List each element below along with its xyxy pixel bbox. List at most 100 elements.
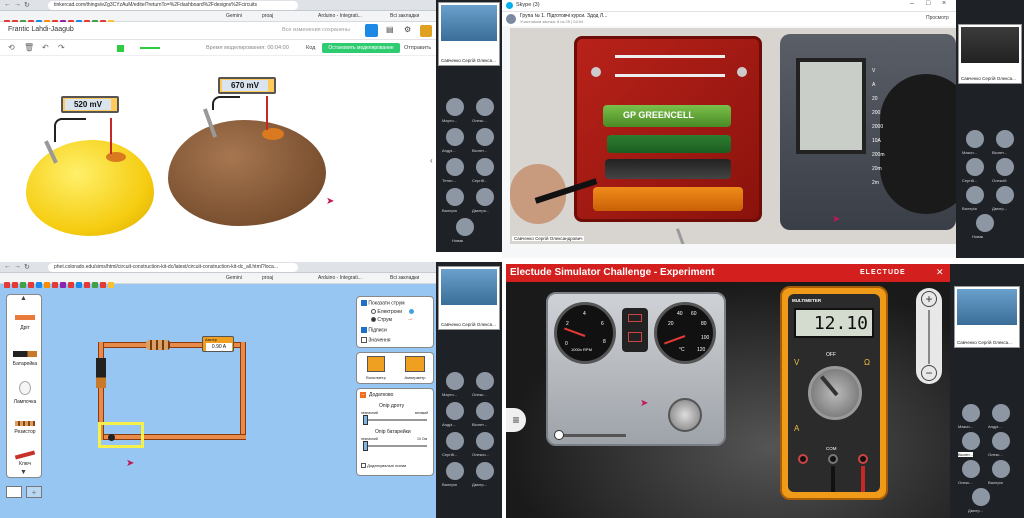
wire-style-picker[interactable] xyxy=(140,47,160,49)
bookmark-item[interactable]: Всі закладки xyxy=(390,13,419,21)
electrons-radio[interactable]: Електрони xyxy=(371,309,402,315)
participant-avatar[interactable] xyxy=(996,130,1014,148)
selected-switch-highlight[interactable] xyxy=(98,422,144,448)
show-current-checkbox[interactable]: Показати струм xyxy=(361,300,405,306)
participant-avatar[interactable] xyxy=(992,432,1010,450)
participant-avatar[interactable] xyxy=(476,432,494,450)
participant-avatar[interactable] xyxy=(446,462,464,480)
zoom-in-icon[interactable]: + xyxy=(921,291,937,307)
values-checkbox[interactable]: Значення xyxy=(361,337,390,343)
scroll-down-icon[interactable]: ▼ xyxy=(20,469,27,476)
participant-avatar[interactable] xyxy=(446,188,464,206)
participant-avatar[interactable] xyxy=(992,460,1010,478)
participant-avatar[interactable] xyxy=(962,460,980,478)
labels-checkbox[interactable]: Підписи xyxy=(361,327,387,333)
close-icon[interactable]: ✕ xyxy=(936,267,944,278)
back-icon[interactable]: ← xyxy=(4,263,11,270)
bookmark-item[interactable]: Gemini xyxy=(226,275,242,283)
battery-resistance-slider[interactable] xyxy=(363,441,427,451)
ammeter-tool[interactable]: Амперметр xyxy=(399,356,431,382)
participant-avatar[interactable] xyxy=(976,214,994,232)
wire-black[interactable] xyxy=(54,118,86,142)
rotate-icon[interactable]: ⟲ xyxy=(8,43,15,52)
participant-avatar[interactable] xyxy=(476,98,494,116)
participant-avatar[interactable] xyxy=(476,372,494,390)
multimeter-lemon[interactable]: 520 mV xyxy=(61,96,119,113)
forward-icon[interactable]: → xyxy=(14,263,21,270)
voltmeter-tool[interactable]: Вольтметр xyxy=(361,356,391,382)
maximize-button[interactable]: □ xyxy=(926,0,930,7)
participant-avatar[interactable] xyxy=(992,404,1010,422)
circuit-wire-right[interactable] xyxy=(240,342,246,440)
palette-item-wire[interactable]: Дріт xyxy=(9,309,41,341)
code-button[interactable]: Код xyxy=(306,45,315,51)
multimeter-selector-dial[interactable] xyxy=(808,366,862,420)
palette-item-resistor[interactable]: Резистор xyxy=(9,415,41,445)
participant-avatar[interactable] xyxy=(962,432,980,450)
palette-item-bulb[interactable]: Лампочка xyxy=(9,379,41,413)
circuit-ammeter[interactable]: Ампер 0.90 A xyxy=(202,336,234,352)
project-title[interactable]: Frantic Lahdi-Jaagub xyxy=(8,26,74,33)
palette-item-battery[interactable]: Батарейка xyxy=(9,345,41,377)
current-radio[interactable]: Струм xyxy=(371,317,392,323)
participant-avatar[interactable] xyxy=(996,158,1014,176)
throttle-slider[interactable] xyxy=(554,430,626,440)
lemon[interactable] xyxy=(26,140,154,236)
wire-red[interactable] xyxy=(94,118,112,154)
stop-simulation-button[interactable]: Остановить моделирование xyxy=(322,43,400,53)
jack-10a[interactable] xyxy=(798,454,808,464)
participant-avatar[interactable] xyxy=(476,158,494,176)
address-bar[interactable]: phet.colorado.edu/sims/html/circuit-cons… xyxy=(48,263,298,272)
collapse-icon[interactable]: − xyxy=(360,392,366,398)
participant-avatar[interactable] xyxy=(476,402,494,420)
avatar[interactable] xyxy=(420,25,432,37)
redo-icon[interactable]: ↷ xyxy=(58,43,65,52)
bookmark-item[interactable]: proaj xyxy=(262,275,273,283)
circuit-resistor[interactable] xyxy=(146,340,170,350)
bookmark-item[interactable]: Arduino - Integrаti... xyxy=(318,275,362,283)
back-icon[interactable]: ← xyxy=(4,1,11,8)
jack-v[interactable] xyxy=(858,454,868,464)
collapse-panel-icon[interactable]: ‹ xyxy=(430,156,433,165)
reload-icon[interactable]: ↻ xyxy=(24,263,30,271)
wire-black[interactable] xyxy=(212,96,240,110)
slider-thumb[interactable] xyxy=(363,415,368,425)
bookmark-item[interactable]: Всі закладки xyxy=(390,275,419,283)
address-bar[interactable]: tinkercad.com/things/eZg3CYzAuM/editel?r… xyxy=(48,1,298,10)
close-button[interactable]: × xyxy=(942,0,946,7)
scroll-up-icon[interactable]: ▲ xyxy=(20,295,27,302)
participant-avatar[interactable] xyxy=(476,188,494,206)
zoom-slider[interactable] xyxy=(928,310,930,364)
participant-avatar[interactable] xyxy=(972,488,990,506)
presenter-tile[interactable]: Савченко Сергій Олекса... xyxy=(958,24,1022,84)
participant-avatar[interactable] xyxy=(446,432,464,450)
wire-resistance-slider[interactable] xyxy=(363,415,427,425)
slider-thumb[interactable] xyxy=(363,441,368,451)
participant-avatar[interactable] xyxy=(446,372,464,390)
slider-thumb[interactable] xyxy=(554,430,564,440)
participant-avatar[interactable] xyxy=(476,128,494,146)
multimeter-potato[interactable]: 670 mV xyxy=(218,77,276,94)
bookmark-item[interactable]: proaj xyxy=(262,13,273,21)
color-picker[interactable] xyxy=(117,45,124,52)
code-view-icon[interactable] xyxy=(365,24,378,37)
participant-avatar[interactable] xyxy=(446,128,464,146)
jack-com[interactable] xyxy=(828,454,838,464)
participant-avatar[interactable] xyxy=(476,462,494,480)
minimize-button[interactable]: – xyxy=(910,0,914,7)
send-button[interactable]: Отправить xyxy=(404,45,431,51)
participant-avatar[interactable] xyxy=(456,218,474,236)
ignition-switch[interactable] xyxy=(668,398,702,432)
participant-avatar[interactable] xyxy=(962,404,980,422)
undo-icon[interactable]: ↶ xyxy=(42,43,49,52)
participant-avatar[interactable] xyxy=(446,158,464,176)
participant-avatar[interactable] xyxy=(966,130,984,148)
delete-icon[interactable]: 🗑︎ xyxy=(24,43,34,52)
presenter-tile[interactable]: Савченко Сергій Олекса... xyxy=(438,266,500,330)
component-icon[interactable]: ▤ xyxy=(386,25,394,34)
bookmark-item[interactable]: Gemini xyxy=(226,13,242,21)
probe-lead-red[interactable] xyxy=(861,466,865,492)
settings-icon[interactable]: ⚙ xyxy=(404,25,411,34)
wire-red[interactable] xyxy=(248,96,268,130)
bookmark-favicons[interactable] xyxy=(4,275,116,293)
